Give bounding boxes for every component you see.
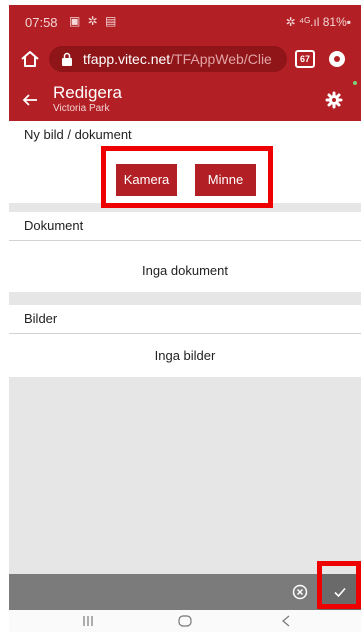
- gear-icon[interactable]: [325, 91, 343, 109]
- url-path: /TFAppWeb/Clie: [170, 51, 272, 67]
- page-subtitle: Victoria Park: [53, 103, 110, 114]
- highlight-box: [101, 146, 273, 208]
- phone-screen: 07:58 ▣ ✲ ▤ ✲ ⁴ᴳ.ıl 81%▪ tfapp.vitec.net…: [9, 5, 361, 632]
- cancel-icon[interactable]: [290, 582, 310, 602]
- app-header: Redigera Victoria Park: [9, 79, 361, 121]
- url-host: tfapp.vitec.net: [83, 51, 171, 67]
- status-time: 07:58: [25, 15, 58, 30]
- menu-icon[interactable]: [327, 49, 347, 69]
- images-title: Bilder: [24, 311, 58, 326]
- section-title: Dokument: [9, 212, 361, 241]
- highlight-box: [317, 561, 361, 609]
- page-title: Redigera: [53, 83, 122, 102]
- browser-toolbar: tfapp.vitec.net/TFAppWeb/Clie 67: [9, 39, 361, 79]
- images-section: Bilder Inga bilder: [9, 305, 361, 377]
- new-document-title: Ny bild / dokument: [24, 127, 132, 142]
- empty-documents-text: Inga dokument: [141, 263, 228, 278]
- section-title: Ny bild / dokument: [9, 121, 361, 149]
- status-indicators: ✲ ⁴ᴳ.ıl 81%▪: [285, 15, 351, 29]
- nav-back-icon[interactable]: [281, 615, 291, 627]
- tabs-icon[interactable]: 67: [295, 50, 315, 68]
- documents-section: Dokument Inga dokument: [9, 212, 361, 292]
- address-bar[interactable]: tfapp.vitec.net/TFAppWeb/Clie: [49, 46, 287, 72]
- action-footer: [9, 574, 361, 610]
- documents-title: Dokument: [24, 218, 84, 233]
- system-nav-bar: [9, 610, 361, 632]
- url-text: tfapp.vitec.net/TFAppWeb/Clie: [83, 51, 272, 67]
- recents-icon[interactable]: [82, 615, 94, 627]
- lock-icon: [62, 52, 72, 66]
- status-dot: [353, 81, 357, 85]
- status-bar: 07:58 ▣ ✲ ▤ ✲ ⁴ᴳ.ıl 81%▪: [9, 5, 361, 39]
- empty-images-text: Inga bilder: [154, 348, 216, 363]
- section-title: Bilder: [9, 305, 361, 334]
- nav-home-icon[interactable]: [177, 615, 193, 627]
- notification-icons: ▣ ✲ ▤: [69, 14, 119, 28]
- home-icon[interactable]: [19, 48, 41, 70]
- back-icon[interactable]: [21, 91, 39, 109]
